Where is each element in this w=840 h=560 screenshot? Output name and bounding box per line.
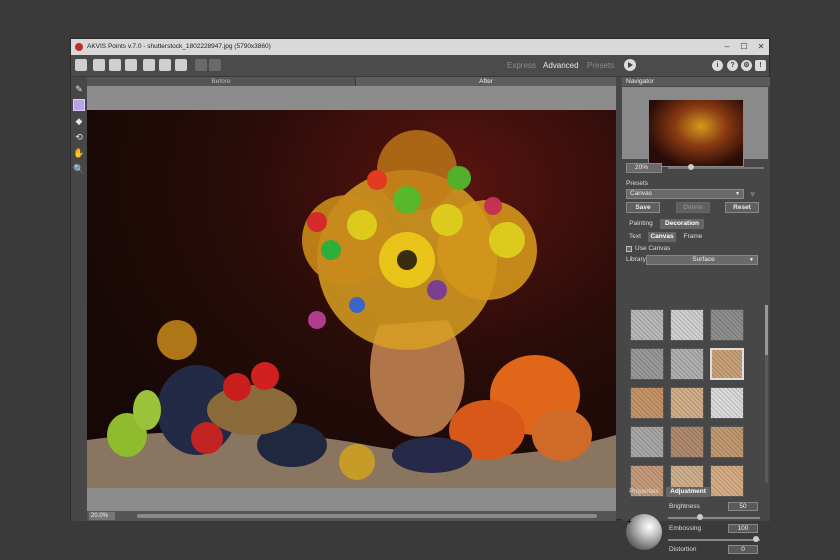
tab-properties[interactable]: Properties bbox=[626, 487, 662, 497]
canvas-texture-thumbnail[interactable] bbox=[710, 426, 744, 458]
close-button[interactable]: ✕ bbox=[755, 41, 767, 53]
selection-tool-icon[interactable] bbox=[73, 99, 85, 111]
mode-presets[interactable]: Presets bbox=[587, 61, 614, 70]
canvas-texture-thumbnail[interactable] bbox=[630, 348, 664, 380]
tab-frame[interactable]: Frame bbox=[680, 232, 706, 242]
presets-dropdown[interactable]: Canvas ▼ bbox=[626, 189, 744, 199]
navigator-thumbnail[interactable] bbox=[648, 99, 744, 167]
batch-icon[interactable] bbox=[143, 59, 155, 71]
import-strokes-icon[interactable] bbox=[159, 59, 171, 71]
title-bar: AKVIS Points v.7.0 - shutterstock_180222… bbox=[71, 39, 769, 55]
run-play-icon[interactable] bbox=[624, 59, 636, 71]
reset-preset-button[interactable]: Reset bbox=[725, 202, 759, 213]
library-selected: Surface bbox=[692, 256, 715, 263]
canvas-texture-thumbnail[interactable] bbox=[630, 387, 664, 419]
settings-gear-icon[interactable]: ⚙ bbox=[741, 60, 752, 71]
tab-decoration[interactable]: Decoration bbox=[660, 219, 704, 229]
brightness-label: Brightness bbox=[669, 503, 700, 510]
brightness-thumb[interactable] bbox=[697, 514, 703, 520]
texture-scroll-thumb[interactable] bbox=[765, 305, 768, 355]
delete-preset-button[interactable]: Delete bbox=[676, 202, 710, 213]
main-toolbar: Express Advanced Presets i ? ⚙ ! bbox=[71, 55, 769, 77]
app-window: AKVIS Points v.7.0 - shutterstock_180222… bbox=[70, 38, 770, 554]
tab-text[interactable]: Text bbox=[624, 232, 646, 242]
maximize-button[interactable]: ☐ bbox=[738, 41, 750, 53]
canvas-texture-thumbnail[interactable] bbox=[630, 309, 664, 341]
presets-selected: Canvas bbox=[630, 190, 653, 197]
window-title: AKVIS Points v.7.0 - shutterstock_180222… bbox=[87, 43, 271, 50]
status-bar: 20.0% bbox=[87, 511, 616, 521]
brightness-slider[interactable] bbox=[668, 517, 760, 519]
embossing-label: Embossing bbox=[669, 525, 702, 532]
home-icon[interactable] bbox=[75, 59, 87, 71]
mode-advanced[interactable]: Advanced bbox=[543, 61, 579, 70]
presets-label: Presets bbox=[626, 180, 649, 187]
help-icon[interactable]: ? bbox=[727, 60, 738, 71]
result-image[interactable] bbox=[87, 110, 616, 488]
view-tabs: Before After bbox=[87, 77, 616, 86]
tab-adjustment[interactable]: Adjustment bbox=[666, 487, 710, 497]
use-canvas-checkbox[interactable] bbox=[626, 246, 632, 252]
zoom-level[interactable]: 20.0% bbox=[89, 512, 115, 520]
chevron-down-icon: ▼ bbox=[749, 257, 754, 263]
tab-before[interactable]: Before bbox=[87, 77, 355, 86]
save-file-icon[interactable] bbox=[109, 59, 121, 71]
texture-scrollbar[interactable] bbox=[765, 305, 768, 483]
navigator-header: Navigator bbox=[622, 77, 770, 86]
tab-after[interactable]: After bbox=[355, 77, 616, 86]
distortion-label: Distortion bbox=[669, 546, 697, 553]
eraser-tool-icon[interactable]: ◆ bbox=[73, 115, 85, 127]
favorite-heart-icon[interactable]: ♥ bbox=[750, 190, 760, 199]
info-icon[interactable]: i bbox=[712, 60, 723, 71]
open-file-icon[interactable] bbox=[93, 59, 105, 71]
canvas-texture-thumbnail[interactable] bbox=[710, 387, 744, 419]
canvas-texture-thumbnail[interactable] bbox=[710, 465, 744, 497]
light-source-marker[interactable]: + bbox=[627, 517, 632, 526]
mode-express[interactable]: Express bbox=[507, 61, 536, 70]
canvas-texture-thumbnail[interactable] bbox=[710, 348, 744, 380]
tab-canvas[interactable]: Canvas bbox=[648, 232, 676, 242]
navigator-zoom-thumb[interactable] bbox=[688, 164, 694, 170]
tab-painting[interactable]: Painting bbox=[624, 219, 658, 229]
embossing-slider[interactable] bbox=[668, 539, 760, 541]
navigator-title: Navigator bbox=[626, 78, 654, 85]
notification-icon[interactable]: ! bbox=[755, 60, 766, 71]
horizontal-scrollbar[interactable] bbox=[137, 514, 597, 518]
canvas-texture-thumbnail[interactable] bbox=[670, 348, 704, 380]
image-workspace[interactable] bbox=[87, 86, 616, 511]
brush-tool-icon[interactable]: ✎ bbox=[73, 83, 85, 95]
brightness-value[interactable]: 50 bbox=[728, 502, 758, 511]
canvas-texture-thumbnail[interactable] bbox=[670, 309, 704, 341]
redo-icon[interactable] bbox=[209, 59, 221, 71]
library-label: Library bbox=[626, 256, 646, 263]
save-preset-button[interactable]: Save bbox=[626, 202, 660, 213]
undo-icon[interactable] bbox=[195, 59, 207, 71]
canvas-texture-thumbnail[interactable] bbox=[710, 309, 744, 341]
use-canvas-label: Use Canvas bbox=[635, 245, 671, 252]
tool-palette: ✎ ◆ ⟲ ✋ 🔍 bbox=[71, 77, 87, 521]
navigator-zoom-select[interactable]: 20% bbox=[626, 163, 662, 173]
distortion-value[interactable]: 0 bbox=[728, 545, 758, 554]
app-logo-icon bbox=[75, 43, 83, 51]
export-strokes-icon[interactable] bbox=[175, 59, 187, 71]
embossing-thumb[interactable] bbox=[753, 536, 759, 542]
navigator-zoom-track[interactable] bbox=[668, 167, 764, 169]
minimize-button[interactable]: – bbox=[721, 41, 733, 53]
canvas-texture-thumbnail[interactable] bbox=[670, 387, 704, 419]
embossing-value[interactable]: 100 bbox=[728, 524, 758, 533]
chevron-down-icon: ▼ bbox=[735, 191, 740, 197]
settings-panel: Navigator 20% Presets Canvas ▼ ♥ Save De… bbox=[622, 77, 770, 554]
print-icon[interactable] bbox=[125, 59, 137, 71]
hand-tool-icon[interactable]: ✋ bbox=[73, 147, 85, 159]
painted-still-life-picture bbox=[87, 130, 616, 488]
library-dropdown[interactable]: Surface ▼ bbox=[646, 255, 758, 265]
zoom-tool-icon[interactable]: 🔍 bbox=[73, 163, 85, 175]
canvas-texture-thumbnail[interactable] bbox=[630, 426, 664, 458]
navigator-view[interactable] bbox=[622, 87, 768, 167]
canvas-texture-thumbnail[interactable] bbox=[670, 426, 704, 458]
history-brush-icon[interactable]: ⟲ bbox=[73, 131, 85, 143]
